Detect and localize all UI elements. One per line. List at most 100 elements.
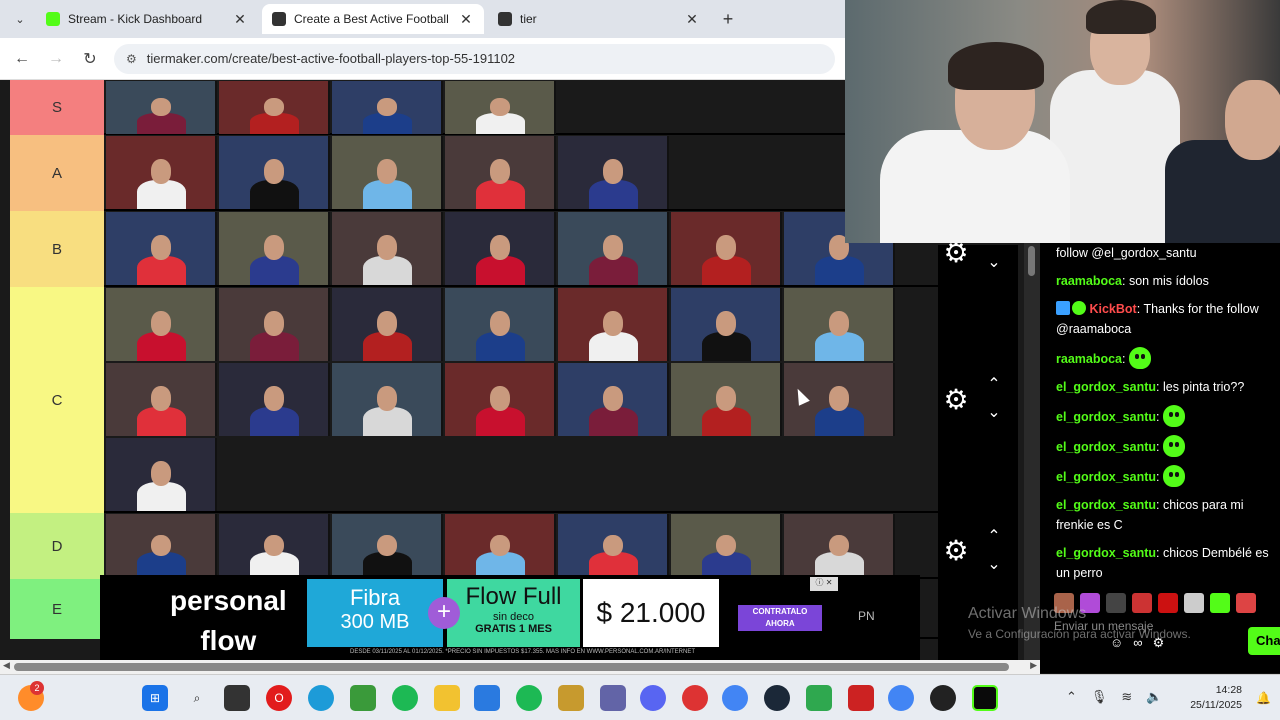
emote-icon[interactable] bbox=[1210, 593, 1230, 613]
tab-kick-dashboard[interactable]: Stream - Kick Dashboard ✕ bbox=[36, 4, 258, 34]
search-icon[interactable]: ⌕ bbox=[184, 685, 210, 711]
chrome-icon[interactable] bbox=[888, 685, 914, 711]
player-tile[interactable] bbox=[219, 81, 330, 134]
chat-username[interactable]: el_gordox_santu bbox=[1056, 498, 1156, 512]
minecraft-icon[interactable] bbox=[350, 685, 376, 711]
player-tile[interactable] bbox=[558, 212, 669, 285]
player-tile[interactable] bbox=[332, 363, 443, 436]
player-tile[interactable] bbox=[558, 363, 669, 436]
edge-icon[interactable] bbox=[308, 685, 334, 711]
player-tile[interactable] bbox=[106, 288, 217, 361]
game-icon[interactable] bbox=[558, 685, 584, 711]
new-tab-plus-icon[interactable]: + bbox=[714, 5, 742, 33]
speaker-icon[interactable]: 🔈 bbox=[1146, 689, 1162, 705]
close-tab-icon[interactable]: ✕ bbox=[458, 11, 474, 28]
player-tile[interactable] bbox=[332, 212, 443, 285]
site-info-icon[interactable]: ⚙ bbox=[126, 52, 137, 66]
tab-tiermaker-create[interactable]: Create a Best Active Football Pl ✕ bbox=[262, 4, 484, 34]
player-tile[interactable] bbox=[445, 212, 556, 285]
chevron-down-icon[interactable]: ⌄ bbox=[982, 252, 1006, 272]
chevron-up-icon[interactable]: ⌃ bbox=[982, 526, 1006, 546]
close-tab-icon[interactable]: ✕ bbox=[232, 11, 248, 28]
player-tile[interactable] bbox=[106, 363, 217, 436]
app-red-square-icon[interactable] bbox=[848, 685, 874, 711]
player-tile[interactable] bbox=[219, 363, 330, 436]
chevron-up-icon[interactable]: ⌃ bbox=[982, 374, 1006, 394]
chat-username[interactable]: el_gordox_santu bbox=[1056, 410, 1156, 424]
chat-username[interactable]: el_gordox_santu bbox=[1056, 470, 1156, 484]
player-tile[interactable] bbox=[106, 136, 217, 209]
settings-gear-icon[interactable]: ⚙ bbox=[940, 383, 972, 415]
scrollbar-thumb[interactable] bbox=[14, 663, 1009, 671]
player-tile[interactable] bbox=[445, 363, 556, 436]
player-tile[interactable] bbox=[784, 514, 895, 578]
player-tile[interactable] bbox=[219, 136, 330, 209]
player-tile[interactable] bbox=[219, 212, 330, 285]
player-tile[interactable] bbox=[445, 288, 556, 361]
player-tile[interactable] bbox=[671, 514, 782, 578]
player-tile[interactable] bbox=[558, 288, 669, 361]
steam-icon[interactable] bbox=[764, 685, 790, 711]
kick-icon[interactable] bbox=[972, 685, 998, 711]
player-tile[interactable] bbox=[784, 288, 895, 361]
discord-icon[interactable] bbox=[640, 685, 666, 711]
player-tile[interactable] bbox=[558, 514, 669, 578]
scrollbar-thumb[interactable] bbox=[1028, 246, 1035, 276]
player-tile[interactable] bbox=[106, 514, 217, 578]
player-tile[interactable] bbox=[671, 212, 782, 285]
chevron-down-icon[interactable]: ⌄ bbox=[982, 554, 1006, 574]
ad-info-icon[interactable]: ⓘ ✕ bbox=[810, 577, 838, 591]
tray-chevron-up-icon[interactable]: ⌃ bbox=[1066, 689, 1077, 705]
settings-gear-icon[interactable]: ⚙ bbox=[940, 534, 972, 566]
player-tile[interactable] bbox=[671, 363, 782, 436]
task-view-icon[interactable] bbox=[224, 685, 250, 711]
chat-username[interactable]: raamaboca bbox=[1056, 352, 1122, 366]
chat-username[interactable]: KickBot bbox=[1089, 302, 1136, 316]
wifi-icon[interactable]: ≋ bbox=[1121, 689, 1132, 705]
chat-username[interactable]: raamaboca bbox=[1056, 274, 1122, 288]
chat-username[interactable]: el_gordox_santu bbox=[1056, 380, 1156, 394]
vertical-scrollbar[interactable] bbox=[1024, 240, 1040, 660]
player-tile[interactable] bbox=[219, 288, 330, 361]
tier-label[interactable]: C bbox=[10, 287, 104, 513]
spotify-icon[interactable] bbox=[392, 685, 418, 711]
app-green-icon[interactable] bbox=[806, 685, 832, 711]
player-tile[interactable] bbox=[445, 514, 556, 578]
player-tile[interactable] bbox=[332, 136, 443, 209]
player-tile[interactable] bbox=[671, 288, 782, 361]
player-tile[interactable] bbox=[332, 288, 443, 361]
player-tile[interactable] bbox=[445, 81, 556, 134]
store-icon[interactable] bbox=[474, 685, 500, 711]
tier-label[interactable]: A bbox=[10, 135, 104, 211]
player-tile[interactable] bbox=[445, 136, 556, 209]
player-tile[interactable] bbox=[332, 514, 443, 578]
scroll-right-arrow-icon[interactable]: ▶ bbox=[1030, 660, 1037, 671]
ad-cta-button[interactable]: CONTRATALO AHORA bbox=[738, 605, 822, 631]
tier-label[interactable]: D bbox=[10, 513, 104, 579]
opera-icon[interactable]: O bbox=[266, 685, 292, 711]
tier-label[interactable]: S bbox=[10, 80, 104, 135]
obs-icon[interactable] bbox=[930, 685, 956, 711]
address-bar[interactable]: ⚙ tiermaker.com/create/best-active-footb… bbox=[114, 43, 835, 74]
forward-arrow-icon[interactable]: → bbox=[46, 50, 66, 68]
emote-icon[interactable] bbox=[1236, 593, 1256, 613]
player-tile[interactable] bbox=[558, 136, 669, 209]
notifications-icon[interactable]: 🔔 bbox=[1256, 691, 1271, 705]
player-tile[interactable] bbox=[332, 81, 443, 134]
tier-label[interactable]: B bbox=[10, 211, 104, 287]
taskbar-clock[interactable]: 14:28 25/11/2025 bbox=[1176, 683, 1242, 713]
spotify-icon[interactable] bbox=[516, 685, 542, 711]
player-tile[interactable] bbox=[106, 438, 217, 511]
chevron-down-icon[interactable]: ⌄ bbox=[982, 402, 1006, 422]
player-tile[interactable] bbox=[106, 81, 217, 134]
back-arrow-icon[interactable]: ← bbox=[12, 50, 32, 68]
player-tile[interactable] bbox=[106, 212, 217, 285]
reload-icon[interactable]: ↻ bbox=[80, 49, 100, 69]
microphone-icon[interactable]: 🎙 bbox=[1091, 689, 1108, 705]
windows-start-icon[interactable]: ⊞ bbox=[142, 685, 168, 711]
tier-label[interactable]: E bbox=[10, 579, 104, 639]
tab-search-chevron-icon[interactable]: ⌄ bbox=[8, 7, 32, 31]
horizontal-scrollbar[interactable]: ◀ ▶ bbox=[0, 660, 1040, 674]
player-tile[interactable] bbox=[219, 514, 330, 578]
chat-send-button[interactable]: Cha bbox=[1248, 627, 1280, 655]
